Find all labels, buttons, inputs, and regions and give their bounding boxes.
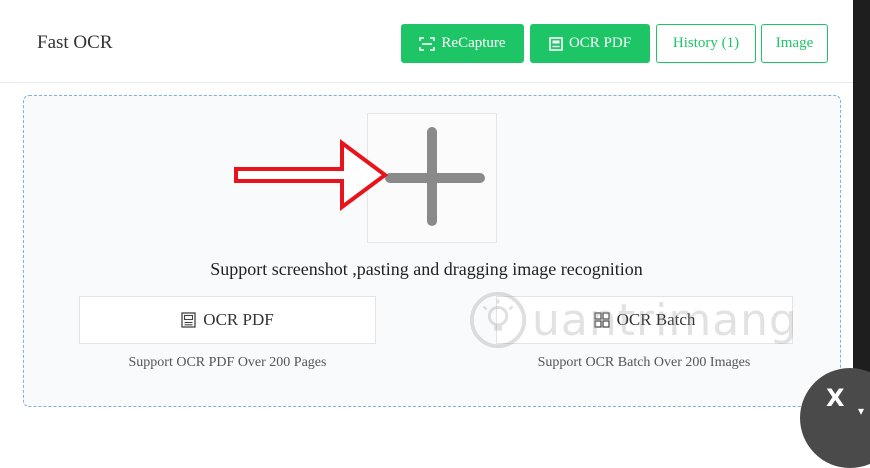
recapture-button[interactable]: ReCapture	[401, 24, 524, 63]
window-edge	[853, 0, 870, 425]
annotation-arrow-icon	[234, 139, 389, 211]
ocr-pdf-caption: Support OCR PDF Over 200 Pages	[128, 355, 327, 370]
ocr-pdf-option-button[interactable]: OCR PDF	[79, 296, 376, 344]
plus-icon-vertical	[427, 127, 437, 226]
close-label: X	[826, 384, 845, 412]
ocr-batch-option-label: OCR Batch	[616, 310, 696, 329]
ocr-batch-caption: Support OCR Batch Over 200 Images	[537, 355, 751, 370]
chevron-down-icon: ▾	[858, 404, 865, 418]
capture-icon	[419, 36, 436, 51]
image-label: Image	[775, 35, 814, 51]
recapture-label: ReCapture	[441, 35, 506, 51]
fast-ocr-window: Fast OCR ReCapture OCR PDF History (1) I…	[0, 0, 853, 425]
header-bar: Fast OCR ReCapture OCR PDF History (1) I…	[0, 0, 853, 83]
ocr-pdf-option-label: OCR PDF	[203, 310, 274, 329]
ocr-pdf-label: OCR PDF	[568, 35, 632, 51]
document-icon	[549, 36, 563, 51]
history-label: History (1)	[672, 35, 740, 51]
image-button[interactable]: Image	[761, 24, 828, 63]
ocr-batch-option-button[interactable]: OCR Batch	[496, 296, 793, 344]
document-icon	[181, 312, 196, 328]
history-button[interactable]: History (1)	[656, 24, 756, 63]
support-text: Support screenshot ,pasting and dragging…	[210, 259, 643, 279]
ocr-pdf-button[interactable]: OCR PDF	[530, 24, 650, 63]
grid-icon	[593, 312, 610, 328]
app-title: Fast OCR	[37, 32, 113, 53]
